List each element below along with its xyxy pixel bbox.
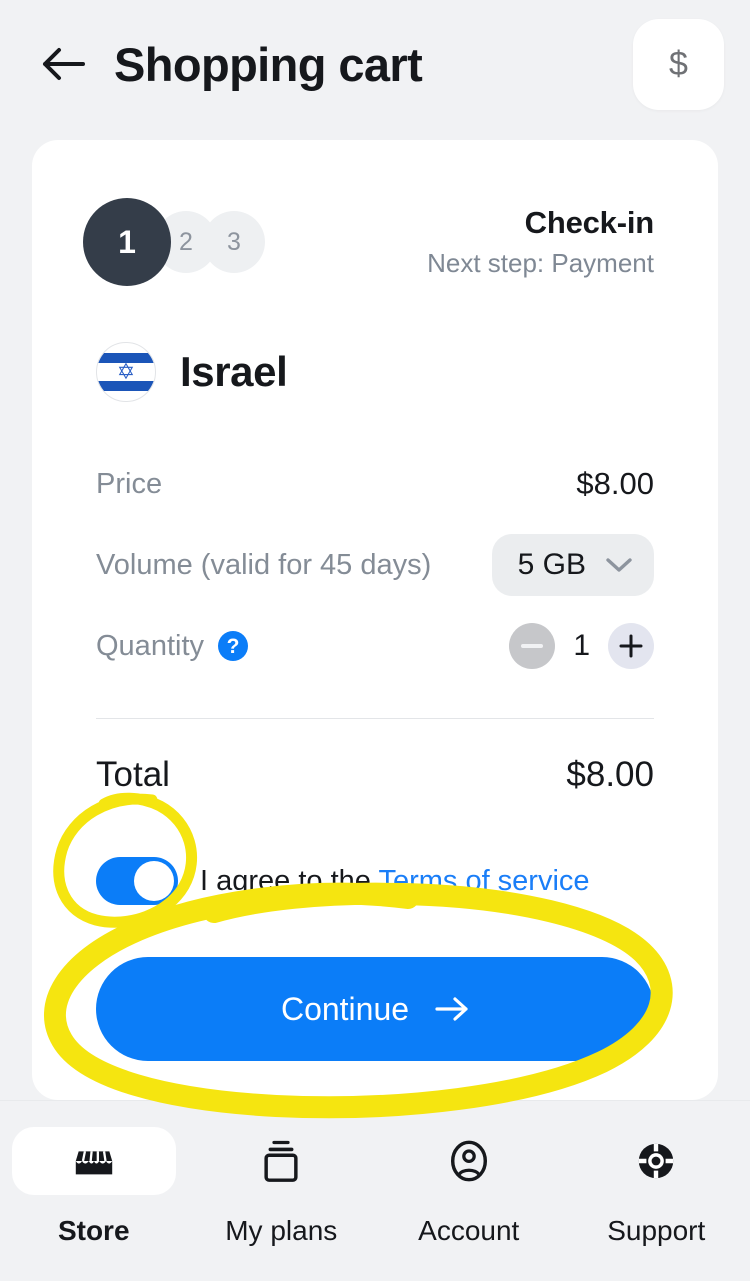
nav-icon-wrap-store bbox=[11, 1127, 176, 1195]
country-name: Israel bbox=[180, 348, 288, 395]
continue-label: Continue bbox=[280, 990, 410, 1027]
plus-icon bbox=[619, 634, 643, 658]
nav-icon-wrap-account bbox=[387, 1127, 551, 1195]
checkout-steps-row: 3 2 1 Check-in Next step: Payment bbox=[83, 140, 654, 286]
step-number-2: 2 bbox=[179, 227, 193, 256]
next-step-text: Next step: Payment bbox=[427, 248, 654, 278]
terms-of-service-link[interactable]: Terms of service bbox=[378, 865, 589, 897]
nav-icon-wrap-my-plans bbox=[199, 1127, 363, 1195]
quantity-row: Quantity ? 1 bbox=[96, 616, 654, 676]
volume-value: 5 GB bbox=[517, 548, 586, 581]
total-label: Total bbox=[96, 755, 170, 794]
person-pin-icon bbox=[450, 1140, 487, 1182]
terms-toggle[interactable] bbox=[96, 857, 178, 905]
price-label: Price bbox=[96, 467, 163, 500]
step-meta: Check-in Next step: Payment bbox=[427, 205, 654, 279]
quantity-increment-button[interactable] bbox=[608, 623, 654, 669]
israel-flag-icon: ✡ bbox=[96, 342, 156, 402]
nav-label-support: Support bbox=[607, 1215, 706, 1246]
country-row: ✡ Israel bbox=[96, 342, 654, 402]
terms-prefix: I agree to the bbox=[200, 864, 379, 897]
currency-button[interactable]: $ bbox=[633, 18, 724, 110]
total-row: Total $8.00 bbox=[96, 755, 654, 795]
price-value: $8.00 bbox=[576, 466, 654, 501]
total-value: $8.00 bbox=[566, 755, 654, 794]
lifebuoy-icon bbox=[639, 1143, 674, 1179]
currency-symbol: $ bbox=[669, 45, 688, 83]
shopping-cart-screen: Shopping cart $ 3 2 1 Check-in Next step… bbox=[0, 0, 750, 1281]
nav-item-my-plans[interactable]: My plans bbox=[188, 1127, 376, 1247]
price-row: Price $8.00 bbox=[96, 454, 654, 514]
volume-label: Volume (valid for 45 days) bbox=[96, 548, 432, 581]
step-indicator: 3 2 1 bbox=[83, 198, 265, 286]
step-circle-1[interactable]: 1 bbox=[83, 198, 171, 286]
nav-item-support[interactable]: Support bbox=[563, 1127, 750, 1247]
back-button[interactable] bbox=[36, 37, 90, 91]
nav-label-store: Store bbox=[57, 1215, 130, 1246]
arrow-left-icon bbox=[43, 48, 85, 80]
nav-icon-wrap-support bbox=[574, 1127, 738, 1195]
section-divider bbox=[96, 718, 654, 719]
storefront-icon bbox=[75, 1151, 112, 1175]
quantity-stepper: 1 bbox=[509, 623, 654, 669]
cart-card: 3 2 1 Check-in Next step: Payment ✡ Isra… bbox=[32, 140, 718, 1100]
continue-button[interactable]: Continue bbox=[96, 957, 654, 1061]
toggle-knob bbox=[134, 861, 174, 901]
star-of-david-icon: ✡ bbox=[116, 359, 136, 384]
quantity-decrement-button[interactable] bbox=[509, 623, 556, 669]
step-number-3: 3 bbox=[227, 227, 241, 256]
current-step-title: Check-in bbox=[524, 205, 655, 240]
terms-text: I agree to the Terms of service bbox=[200, 865, 590, 898]
arrow-right-icon bbox=[435, 996, 469, 1022]
nav-label-account: Account bbox=[418, 1215, 520, 1246]
help-icon[interactable]: ? bbox=[218, 631, 248, 661]
step-number-1: 1 bbox=[118, 223, 136, 260]
page-title: Shopping cart bbox=[114, 37, 423, 91]
nav-item-account[interactable]: Account bbox=[375, 1127, 563, 1247]
nav-label-my-plans: My plans bbox=[225, 1215, 338, 1246]
volume-select[interactable]: 5 GB bbox=[491, 534, 654, 596]
cards-stack-icon bbox=[264, 1140, 298, 1182]
chevron-down-icon bbox=[606, 557, 632, 573]
volume-row: Volume (valid for 45 days) 5 GB bbox=[96, 534, 654, 596]
quantity-label: Quantity bbox=[96, 629, 204, 662]
bottom-navigation: Store My plans Account Support bbox=[0, 1100, 750, 1281]
terms-row: I agree to the Terms of service bbox=[96, 857, 654, 905]
quantity-value: 1 bbox=[573, 629, 590, 662]
app-header: Shopping cart $ bbox=[0, 0, 750, 128]
nav-item-store[interactable]: Store bbox=[0, 1127, 188, 1247]
minus-icon bbox=[521, 644, 544, 648]
